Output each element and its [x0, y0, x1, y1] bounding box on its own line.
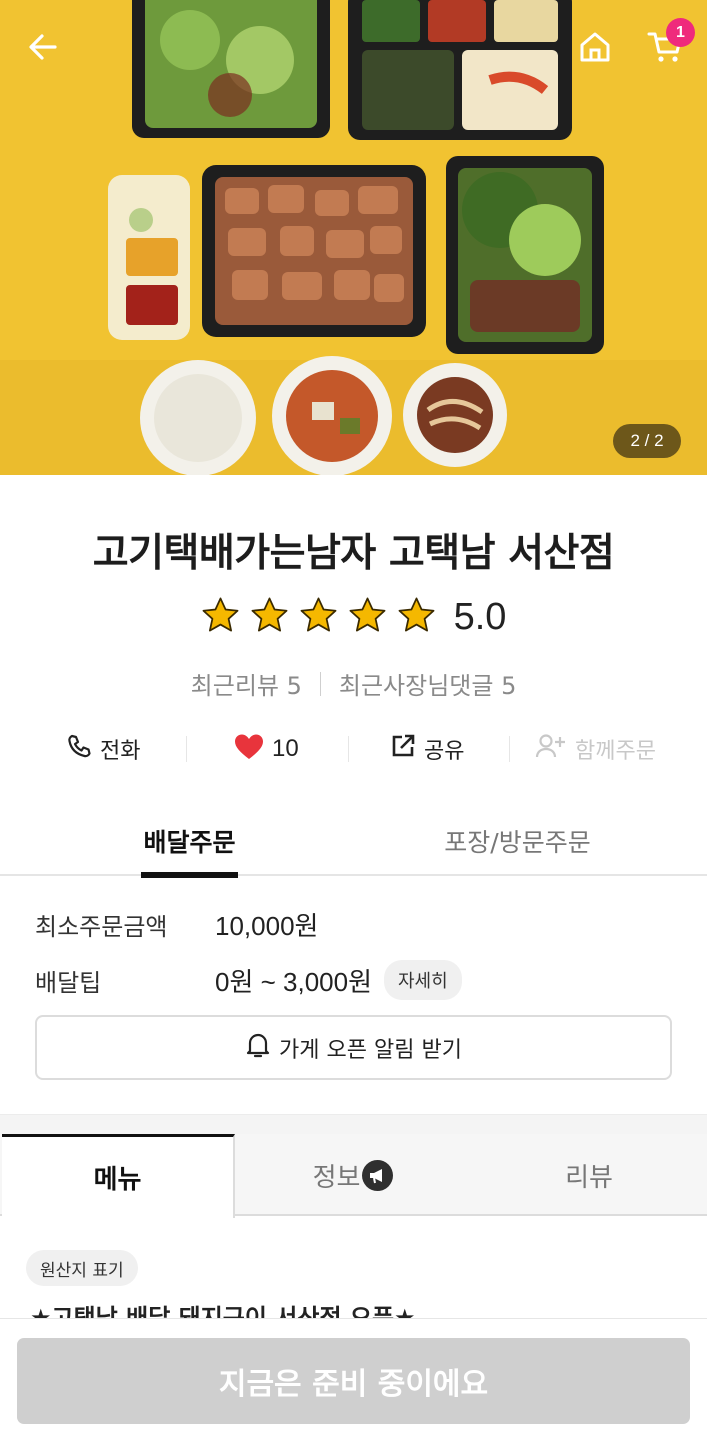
main-tabs: 메뉴 정보 리뷰 — [0, 1134, 707, 1218]
store-photo-carousel[interactable]: 1 2 / 2 — [0, 0, 707, 475]
bell-icon — [245, 1031, 271, 1065]
group-order-label: 함께주문 — [575, 739, 656, 764]
call-button[interactable]: 전화 — [66, 722, 140, 776]
back-button[interactable] — [14, 20, 72, 78]
heart-icon — [234, 733, 264, 766]
review-summary: 최근리뷰 5 최근사장님댓글 5 — [0, 666, 707, 701]
delivery-tip-row: 배달팁 0원 ~ 3,000원 자세히 — [35, 960, 462, 1000]
open-notification-label: 가게 오픈 알림 받기 — [279, 1037, 462, 1063]
divider — [509, 736, 510, 762]
divider — [186, 736, 187, 762]
tab-delivery-order[interactable]: 배달주문 — [141, 806, 238, 878]
delivery-tip-value: 0원 ~ 3,000원 — [215, 966, 372, 997]
star-icon — [348, 596, 387, 639]
store-actions: 전화 10 공유 함께주문 — [0, 722, 707, 776]
share-label: 공유 — [424, 739, 465, 764]
delivery-tip-label: 배달팁 — [35, 968, 102, 997]
like-button[interactable]: 10 — [234, 722, 299, 776]
cart-count-badge: 1 — [666, 18, 695, 47]
rating-value: 5.0 — [453, 596, 507, 638]
tab-info-label: 정보 — [312, 1162, 361, 1193]
origin-label-button[interactable]: 원산지 표기 — [26, 1250, 138, 1286]
star-icon — [299, 596, 338, 639]
order-status-button[interactable]: 지금은 준비 중이에요 — [17, 1338, 690, 1424]
divider — [319, 671, 321, 696]
group-order-button[interactable]: 함께주문 — [535, 722, 656, 776]
add-person-icon — [535, 733, 567, 765]
min-order-value: 10,000원 — [215, 911, 319, 941]
min-order-label: 최소주문금액 — [35, 913, 168, 941]
like-count: 10 — [272, 735, 299, 762]
call-label: 전화 — [100, 739, 141, 764]
home-icon — [578, 30, 612, 68]
min-order-row: 최소주문금액 10,000원 — [35, 906, 318, 943]
photo-page-indicator: 2 / 2 — [613, 424, 681, 458]
divider — [348, 736, 349, 762]
rating-row: 5.0 — [0, 596, 707, 639]
bottom-order-bar: 지금은 준비 중이에요 — [0, 1318, 707, 1440]
tab-menu[interactable]: 메뉴 — [2, 1134, 235, 1218]
order-type-tabs: 배달주문 포장/방문주문 — [0, 806, 707, 878]
recent-reviews-link[interactable]: 최근리뷰 5 — [191, 666, 302, 701]
arrow-left-icon — [27, 31, 59, 67]
megaphone-icon — [362, 1159, 394, 1191]
open-notification-button[interactable]: 가게 오픈 알림 받기 — [35, 1015, 672, 1080]
share-button[interactable]: 공유 — [390, 722, 464, 776]
star-icon — [201, 596, 240, 639]
store-name: 고기택배가는남자 고택남 서산점 — [92, 531, 615, 576]
share-icon — [390, 733, 416, 765]
store-notice-title: ★고택남 배달 돼지구이 서산점 오픈★ — [30, 1304, 416, 1318]
tab-pickup-order[interactable]: 포장/방문주문 — [430, 806, 605, 876]
tab-info[interactable]: 정보 — [235, 1134, 471, 1216]
star-icon — [397, 596, 436, 639]
home-button[interactable] — [566, 20, 624, 78]
star-icon — [250, 596, 289, 639]
tab-review[interactable]: 리뷰 — [471, 1134, 707, 1216]
rating-stars — [201, 596, 436, 639]
phone-icon — [66, 733, 92, 765]
delivery-tip-detail-button[interactable]: 자세히 — [384, 960, 462, 1000]
recent-owner-replies-link[interactable]: 최근사장님댓글 5 — [339, 666, 516, 701]
section-divider — [0, 1114, 707, 1134]
